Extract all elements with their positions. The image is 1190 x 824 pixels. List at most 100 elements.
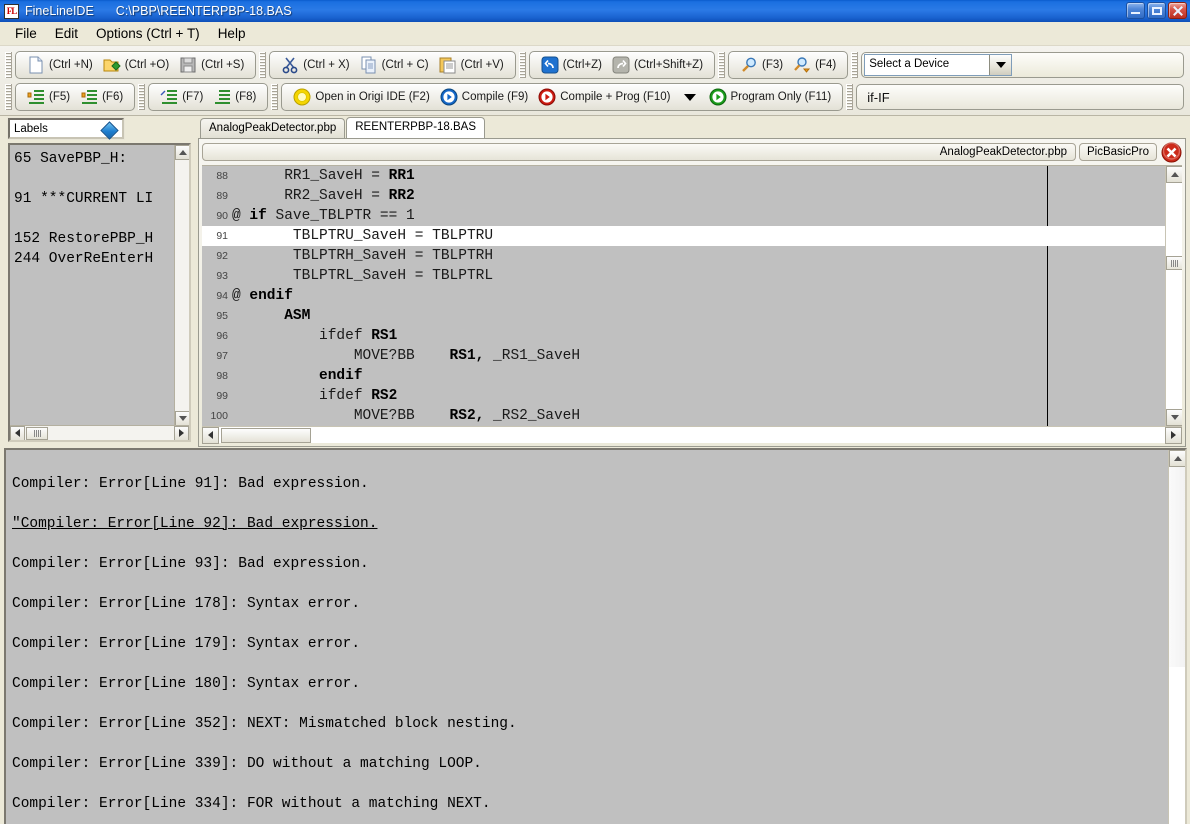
code-rows: 88 RR1_SaveH = RR1 89 RR2_SaveH = RR2 90… bbox=[202, 166, 1165, 426]
cut-button[interactable]: (Ctrl + X) bbox=[276, 53, 354, 77]
code-line[interactable]: 97 MOVE?BB RS1, _RS1_SaveH bbox=[202, 346, 1165, 366]
scroll-down-button[interactable] bbox=[175, 411, 190, 426]
code-scroll-left-button[interactable] bbox=[202, 427, 219, 444]
uncomment-button[interactable]: (F8) bbox=[208, 85, 261, 109]
output-scroll-up-button[interactable] bbox=[1169, 450, 1186, 467]
code-line[interactable]: 94 @ endif bbox=[202, 286, 1165, 306]
find-next-label: (F4) bbox=[815, 59, 836, 71]
redo-button[interactable]: (Ctrl+Shift+Z) bbox=[607, 53, 708, 77]
find-button[interactable]: (F3) bbox=[735, 53, 788, 77]
device-select[interactable]: Select a Device bbox=[864, 54, 1012, 76]
menu-item-edit[interactable]: Edit bbox=[46, 23, 87, 44]
indent-right-button[interactable]: (F5) bbox=[22, 85, 75, 109]
copy-button[interactable]: (Ctrl + C) bbox=[355, 53, 434, 77]
close-document-button[interactable] bbox=[1160, 142, 1182, 162]
code-scroll-down-button[interactable] bbox=[1166, 409, 1182, 426]
code-line[interactable]: 98 endif bbox=[202, 366, 1165, 386]
maximize-icon[interactable] bbox=[1147, 2, 1166, 19]
code-text-surface[interactable]: 88 RR1_SaveH = RR1 89 RR2_SaveH = RR2 90… bbox=[202, 166, 1165, 426]
code-line[interactable]: 93 TBLPTRL_SaveH = TBLPTRL bbox=[202, 266, 1165, 286]
save-file-button[interactable]: (Ctrl +S) bbox=[174, 53, 249, 77]
toolbar-grip-5[interactable] bbox=[851, 52, 858, 78]
output-scroll-track[interactable] bbox=[1169, 467, 1186, 667]
labels-vertical-scrollbar[interactable] bbox=[174, 145, 189, 426]
code-scroll-right-button[interactable] bbox=[1165, 427, 1182, 444]
labels-list[interactable]: 65 SavePBP_H: 91 ***CURRENT LI 152 Resto… bbox=[10, 145, 189, 440]
scroll-right-button[interactable] bbox=[174, 426, 189, 441]
code-line[interactable]: 89 RR2_SaveH = RR2 bbox=[202, 186, 1165, 206]
code-vertical-scrollbar[interactable] bbox=[1165, 166, 1182, 426]
toolbar-grip-3[interactable] bbox=[519, 52, 526, 78]
editor-path-bar[interactable]: AnalogPeakDetector.pbp bbox=[202, 143, 1076, 161]
toolbar-grip-4[interactable] bbox=[718, 52, 725, 78]
labels-horizontal-scrollbar[interactable] bbox=[10, 425, 189, 440]
code-scroll-up-button[interactable] bbox=[1166, 166, 1182, 183]
line-number: 88 bbox=[202, 170, 232, 182]
minimize-icon[interactable] bbox=[1126, 2, 1145, 19]
output-line[interactable]: Compiler: Error[Line 179]: Syntax error. bbox=[12, 634, 1168, 654]
output-line[interactable]: Compiler: Error[Line 180]: Syntax error. bbox=[12, 674, 1168, 694]
device-select-dropdown-button[interactable] bbox=[989, 55, 1011, 75]
comment-button[interactable]: (F7) bbox=[155, 85, 208, 109]
diamond-dropdown-icon[interactable] bbox=[100, 121, 118, 139]
code-line[interactable]: 88 RR1_SaveH = RR1 bbox=[202, 166, 1165, 186]
code-line[interactable]: 90 @ if Save_TBLPTR == 1 bbox=[202, 206, 1165, 226]
code-horizontal-scrollbar[interactable] bbox=[202, 426, 1182, 443]
output-line[interactable]: Compiler: Error[Line 334]: FOR without a… bbox=[12, 794, 1168, 814]
list-item[interactable]: 244 OverReEnterH bbox=[14, 249, 189, 269]
indent-left-button[interactable]: (F6) bbox=[75, 85, 128, 109]
undo-button[interactable]: (Ctrl+Z) bbox=[536, 53, 607, 77]
code-line-current[interactable]: 91 TBLPTRU_SaveH = TBLPTRU bbox=[202, 226, 1165, 246]
open-in-original-ide-button[interactable]: Open in Origi IDE (F2) bbox=[288, 85, 434, 109]
code-horizontal-scroll-thumb[interactable] bbox=[221, 428, 311, 443]
menu-item-options[interactable]: Options (Ctrl + T) bbox=[87, 23, 209, 44]
code-line[interactable]: 92 TBLPTRH_SaveH = TBLPTRH bbox=[202, 246, 1165, 266]
toolbar-grip-9[interactable] bbox=[846, 84, 853, 110]
redo-label: (Ctrl+Shift+Z) bbox=[634, 59, 703, 71]
list-item[interactable]: 91 ***CURRENT LI bbox=[14, 189, 189, 209]
output-line[interactable]: Compiler: Error[Line 352]: NEXT: Mismatc… bbox=[12, 714, 1168, 734]
menu-item-file[interactable]: File bbox=[6, 23, 46, 44]
code-line[interactable]: 99 ifdef RS2 bbox=[202, 386, 1165, 406]
toolbar-grip-6[interactable] bbox=[5, 84, 12, 110]
output-line[interactable]: Compiler: Error[Line 339]: DO without a … bbox=[12, 754, 1168, 774]
redo-icon bbox=[612, 56, 630, 74]
output-line[interactable]: Compiler: Error[Line 178]: Syntax error. bbox=[12, 594, 1168, 614]
tab-reenterpbp[interactable]: REENTERPBP-18.BAS bbox=[346, 117, 485, 138]
toolbar-grip-2[interactable] bbox=[259, 52, 266, 78]
compile-and-program-button[interactable]: Compile + Prog (F10) bbox=[533, 85, 675, 109]
labels-selector[interactable]: Labels bbox=[8, 118, 124, 139]
output-line[interactable]: Compiler: Error[Line 93]: Bad expression… bbox=[12, 554, 1168, 574]
compile-button[interactable]: Compile (F9) bbox=[435, 85, 533, 109]
output-vertical-scrollbar[interactable] bbox=[1168, 450, 1185, 824]
comment-label: (F7) bbox=[182, 91, 203, 103]
find-next-button[interactable]: (F4) bbox=[788, 53, 841, 77]
toolbar-grip[interactable] bbox=[5, 52, 12, 78]
horizontal-scroll-thumb[interactable] bbox=[26, 427, 48, 440]
list-item[interactable]: 65 SavePBP_H: bbox=[14, 149, 189, 169]
scroll-left-button[interactable] bbox=[10, 426, 25, 441]
new-file-button[interactable]: (Ctrl +N) bbox=[22, 53, 98, 77]
paste-button[interactable]: (Ctrl +V) bbox=[434, 53, 509, 77]
tab-analogpeakdetector[interactable]: AnalogPeakDetector.pbp bbox=[200, 118, 345, 138]
code-line[interactable]: 100 MOVE?BB RS2, _RS2_SaveH bbox=[202, 406, 1165, 426]
code-line[interactable]: 96 ifdef RS1 bbox=[202, 326, 1165, 346]
scroll-up-button[interactable] bbox=[175, 145, 190, 160]
compiler-selector-button[interactable]: PicBasicPro bbox=[1079, 143, 1157, 161]
indent-right-icon bbox=[27, 88, 45, 106]
code-vertical-scroll-thumb[interactable] bbox=[1166, 256, 1182, 270]
toolbar-grip-7[interactable] bbox=[138, 84, 145, 110]
find-next-magnifier-icon bbox=[793, 56, 811, 74]
open-file-button[interactable]: (Ctrl +O) bbox=[98, 53, 174, 77]
list-item[interactable]: 152 RestorePBP_H bbox=[14, 229, 189, 249]
compiler-output-text[interactable]: Compiler: Error[Line 91]: Bad expression… bbox=[6, 450, 1168, 824]
menu-item-help[interactable]: Help bbox=[209, 23, 255, 44]
output-line[interactable]: Compiler: Error[Line 91]: Bad expression… bbox=[12, 474, 1168, 494]
output-line-selected[interactable]: "Compiler: Error[Line 92]: Bad expressio… bbox=[12, 514, 1168, 534]
close-icon[interactable] bbox=[1168, 2, 1187, 19]
build-options-dropdown[interactable] bbox=[676, 85, 704, 109]
code-line[interactable]: 95 ASM bbox=[202, 306, 1165, 326]
save-file-label: (Ctrl +S) bbox=[201, 59, 244, 71]
toolbar-grip-8[interactable] bbox=[271, 84, 278, 110]
program-only-button[interactable]: Program Only (F11) bbox=[704, 85, 837, 109]
